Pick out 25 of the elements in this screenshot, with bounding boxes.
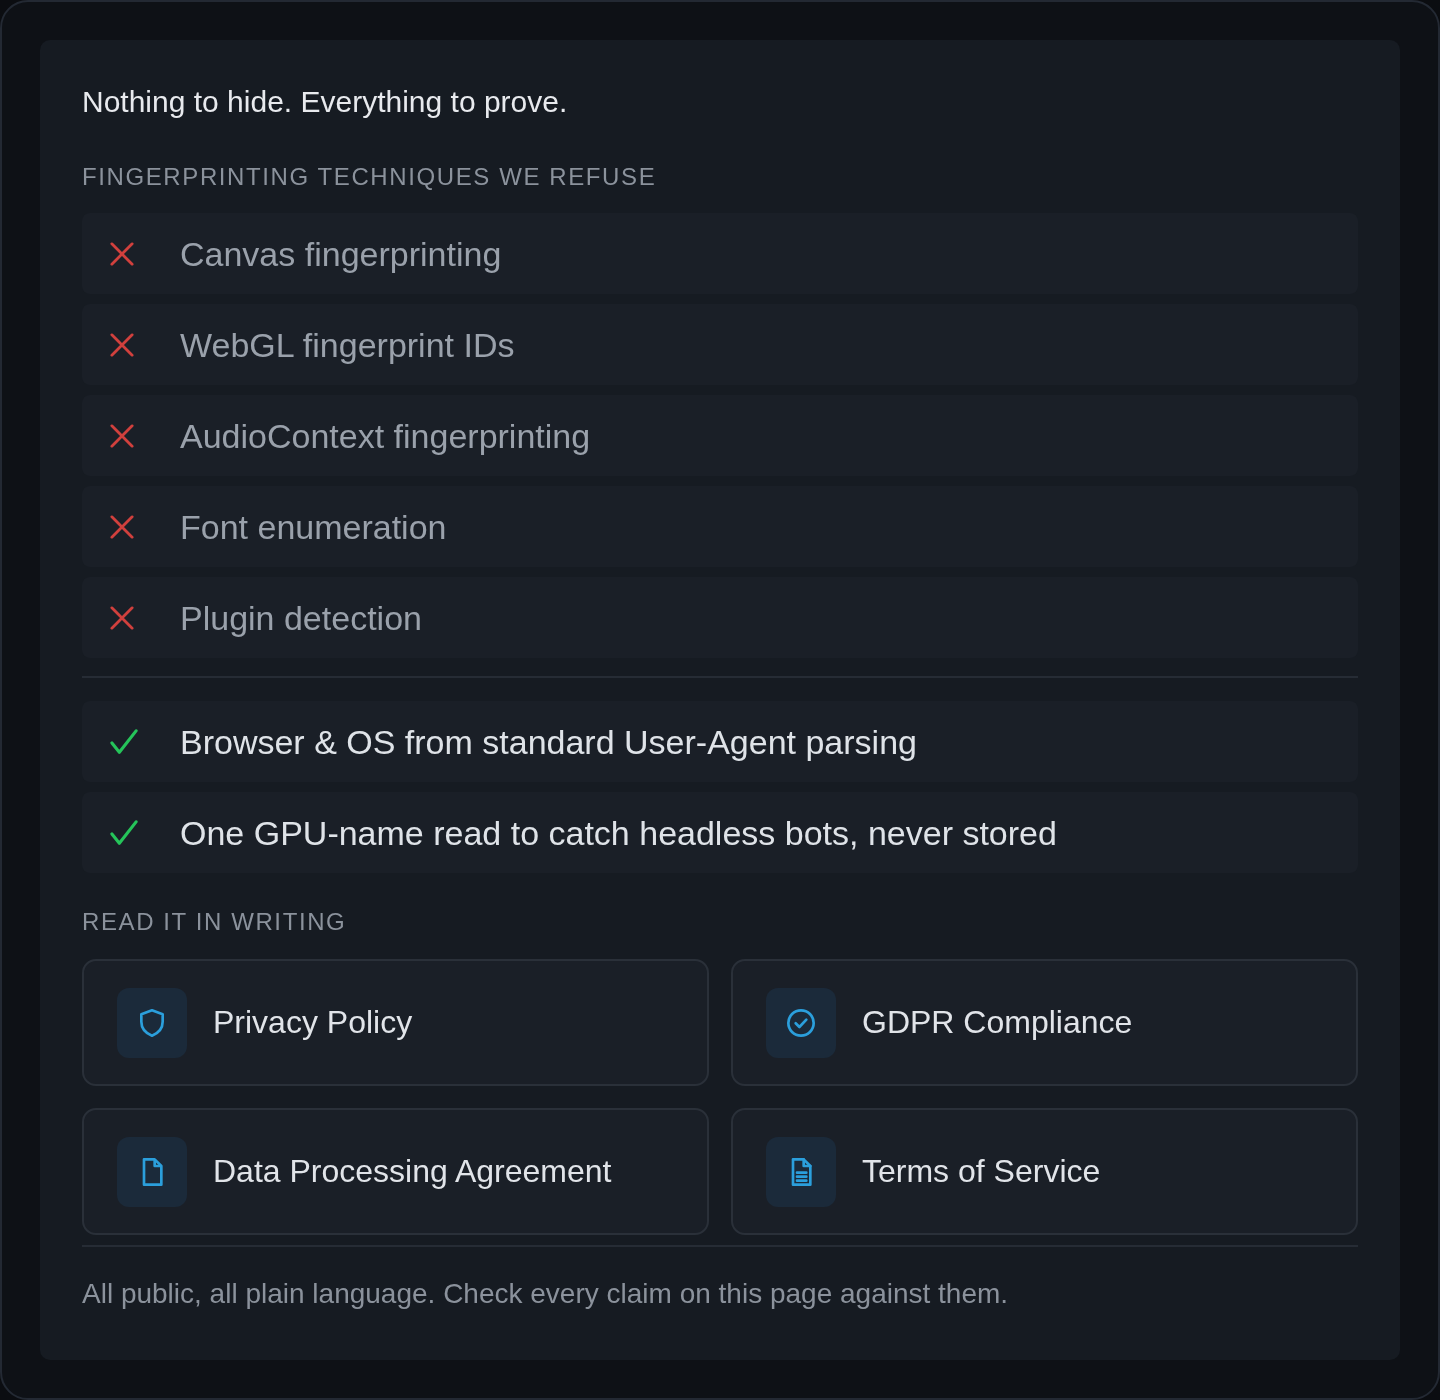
cross-icon (110, 514, 134, 539)
cross-icon (110, 241, 134, 266)
technique-text: Browser & OS from standard User‑Agent parsing (180, 721, 917, 762)
document-link[interactable]: GDPR Compliance (731, 959, 1358, 1086)
technique-text: Plugin detection (180, 597, 422, 638)
check-icon (110, 728, 138, 755)
document-link[interactable]: Privacy Policy (82, 959, 709, 1086)
technique-text: One GPU‑name read to catch headless bots, never stored (180, 812, 1057, 853)
shield-icon (117, 987, 187, 1058)
file-icon (117, 1136, 187, 1207)
technique-text: WebGL fingerprint IDs (180, 324, 515, 365)
footer-note: All public, all plain language. Check every claim on this page against them. (82, 1277, 1010, 1311)
document-icon (766, 1136, 836, 1207)
technique-text: AudioContext fingerprinting (180, 415, 591, 456)
technique-text: Font enumeration (180, 506, 447, 547)
section-label: READ IT IN WRITING (82, 907, 348, 937)
panel-title: Nothing to hide. Everything to prove. (82, 84, 569, 120)
check-icon (110, 819, 138, 846)
cross-icon (110, 332, 134, 357)
cross-icon (110, 605, 134, 630)
cross-icon (110, 423, 134, 448)
document-link[interactable]: Data Processing Agreement (82, 1108, 709, 1235)
document-link[interactable]: Terms of Service (731, 1108, 1358, 1235)
technique-text: Canvas fingerprinting (180, 233, 502, 274)
section-label: FINGERPRINTING TECHNIQUES WE REFUSE (82, 162, 658, 192)
